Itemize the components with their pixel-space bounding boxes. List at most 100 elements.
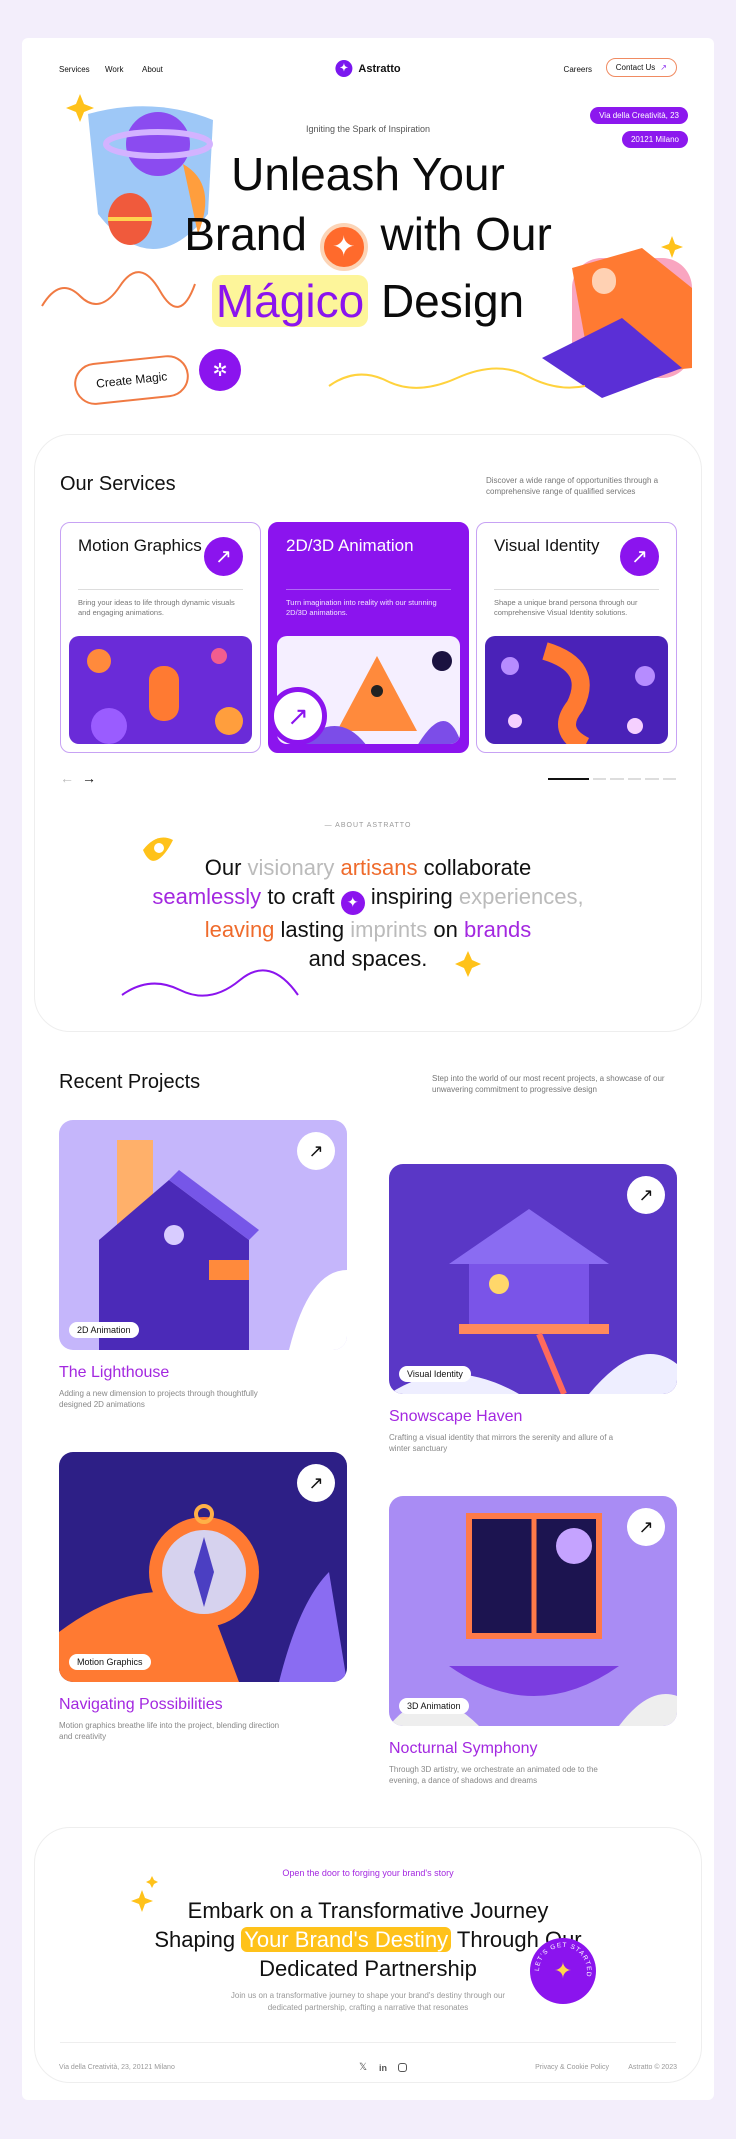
badge-ring-text: LET'S GET STARTED — [534, 1942, 592, 1978]
project-tag: 3D Animation — [399, 1698, 469, 1714]
magic-wand-icon[interactable]: ✲ — [199, 349, 241, 391]
brand-name: Astratto — [358, 62, 401, 75]
service-card-text: Shape a unique brand persona through our… — [494, 598, 638, 617]
service-card-text: Turn imagination into reality with our s… — [286, 598, 437, 617]
star-icon — [455, 951, 481, 977]
service-card-title: Motion Graphics — [78, 536, 202, 555]
instagram-icon[interactable] — [398, 2063, 407, 2072]
about-word: inspiring — [370, 884, 453, 909]
hero-subtitle: Igniting the Spark of Inspiration — [305, 124, 431, 134]
yellow-squiggle-decoration — [328, 367, 586, 389]
purple-squiggle-decoration — [121, 969, 299, 997]
arrow-up-right-icon[interactable]: ↗ — [297, 1132, 335, 1170]
about-word: imprints — [350, 916, 428, 942]
arrow-up-right-icon[interactable]: ↗ — [627, 1508, 665, 1546]
project-tag: 2D Animation — [69, 1322, 139, 1338]
copyright: Astratto © 2023 — [628, 2064, 677, 2071]
contact-label: Contact Us — [615, 63, 656, 72]
navigating-possibilities-image: ↗ Motion Graphics — [59, 1452, 347, 1682]
project-description: Motion graphics breathe life into the pr… — [59, 1721, 280, 1741]
x-icon[interactable]: 𝕏 — [359, 2062, 367, 2073]
about-word: visionary — [247, 855, 335, 880]
cta-description: Join us on a transformative journey to s… — [35, 1990, 701, 2014]
cta-highlight: Your Brand's Destiny — [241, 1927, 452, 1952]
about-word: leaving — [204, 916, 275, 942]
nav-about-link[interactable]: About — [142, 65, 163, 74]
cta-description-line2: dedicated partnership, crafting a narrat… — [267, 2003, 469, 2012]
hero-word-brand: Brand — [184, 208, 307, 260]
project-title[interactable]: Navigating Possibilities — [59, 1696, 347, 1714]
arrow-up-right-icon[interactable]: ↗ — [269, 687, 327, 745]
footer-address: Via della Creatività, 23, 20121 Milano — [59, 2064, 175, 2071]
footer-divider — [60, 2042, 676, 2043]
sparkle-icon: ✦ — [340, 890, 365, 915]
arrow-up-right-icon[interactable]: ↗ — [627, 1176, 665, 1214]
hero-title-line1: Unleash Your — [231, 148, 505, 200]
service-card-visual-identity[interactable]: Visual Identity ↗ Shape a unique brand p… — [476, 522, 677, 753]
project-title[interactable]: The Lighthouse — [59, 1364, 347, 1382]
lets-get-started-badge[interactable]: LET'S GET STARTED ✦ — [530, 1938, 596, 2004]
create-magic-button[interactable]: Create Magic — [72, 353, 192, 407]
service-card-2d3d-animation[interactable]: 2D/3D Animation ↗ Turn imagination into … — [268, 522, 469, 753]
about-word: to craft — [267, 884, 335, 909]
service-card-title: Visual Identity — [494, 536, 600, 555]
project-description: Crafting a visual identity that mirrors … — [389, 1433, 614, 1453]
top-nav: Services Work About ✦ Astratto Careers C… — [59, 52, 677, 86]
magico-highlight: Mágico — [211, 275, 369, 327]
arrow-up-right-icon[interactable]: ↗ — [620, 537, 659, 576]
project-card-navigating-possibilities[interactable]: ↗ Motion Graphics Navigating Possibiliti… — [59, 1452, 347, 1742]
brand-logo[interactable]: ✦ Astratto — [335, 60, 401, 77]
about-word: on — [433, 916, 458, 942]
services-title: Our Services — [60, 473, 176, 495]
motion-graphics-image — [69, 636, 252, 744]
cta-word-shaping: Shaping — [154, 1927, 236, 1952]
project-card-nocturnal-symphony[interactable]: ↗ 3D Animation Nocturnal Symphony Throug… — [389, 1496, 677, 1786]
lighthouse-image: ↗ 2D Animation — [59, 1120, 347, 1350]
service-card-motion-graphics[interactable]: Motion Graphics ↗ Bring your ideas to li… — [60, 522, 261, 753]
about-word: lasting — [280, 916, 345, 942]
about-word: and spaces. — [308, 945, 428, 971]
services-description: Discover a wide range of opportunities t… — [486, 476, 659, 496]
about-word: experiences, — [458, 884, 584, 909]
about-word: collaborate — [423, 855, 532, 880]
project-card-lighthouse[interactable]: ↗ 2D Animation The Lighthouse Adding a n… — [59, 1120, 347, 1410]
project-tag: Motion Graphics — [69, 1654, 151, 1670]
contact-button[interactable]: Contact Us ↗ — [605, 58, 677, 77]
service-card-text: Bring your ideas to life through dynamic… — [78, 598, 235, 617]
nav-services-link[interactable]: Services — [59, 65, 90, 74]
arrow-up-right-icon[interactable]: ↗ — [204, 537, 243, 576]
nav-careers-link[interactable]: Careers — [564, 65, 592, 74]
divider — [494, 589, 659, 590]
project-card-snowscape-haven[interactable]: ↗ Visual Identity Snowscape Haven Crafti… — [389, 1164, 677, 1454]
privacy-link[interactable]: Privacy & Cookie Policy — [535, 2064, 609, 2071]
about-word: seamlessly — [152, 884, 262, 909]
projects-description: Step into the world of our most recent p… — [432, 1074, 665, 1094]
project-description: Adding a new dimension to projects throu… — [59, 1389, 258, 1409]
visual-identity-image — [485, 636, 668, 744]
about-word: brands — [464, 916, 532, 942]
about-tag-label: ABOUT ASTRATTO — [335, 822, 412, 829]
projects-title: Recent Projects — [59, 1071, 201, 1093]
arrow-left-icon[interactable]: ← — [60, 770, 74, 786]
service-card-title: 2D/3D Animation — [286, 536, 414, 555]
arrow-up-right-icon: ↗ — [660, 63, 667, 72]
arrow-up-right-icon[interactable]: ↗ — [297, 1464, 335, 1502]
page: Services Work About ✦ Astratto Careers C… — [22, 38, 714, 2100]
about-tag: — ABOUT ASTRATTO — [324, 822, 412, 829]
project-tag: Visual Identity — [399, 1366, 471, 1382]
project-description: Through 3D artistry, we orchestrate an a… — [389, 1765, 598, 1785]
about-statement: Our visionary artisans collaborate seaml… — [125, 853, 611, 973]
carousel-pagination[interactable] — [548, 778, 676, 780]
cta-description-line1: Join us on a transformative journey to s… — [230, 1991, 506, 2000]
svg-text:LET'S GET STARTED: LET'S GET STARTED — [534, 1942, 592, 1978]
project-title[interactable]: Snowscape Haven — [389, 1408, 677, 1426]
address-badge-street: Via della Creatività, 23 — [590, 107, 688, 124]
project-title[interactable]: Nocturnal Symphony — [389, 1740, 677, 1758]
sparkle-icon: ✦ — [319, 223, 368, 271]
linkedin-icon[interactable]: in — [379, 2063, 387, 2073]
arrow-right-icon[interactable]: → — [82, 770, 96, 786]
nav-work-link[interactable]: Work — [105, 65, 124, 74]
about-word: Our — [204, 855, 242, 880]
sparkle-icon: ✦ — [335, 60, 353, 77]
cta-section: Open the door to forging your brand's st… — [34, 1827, 702, 2083]
